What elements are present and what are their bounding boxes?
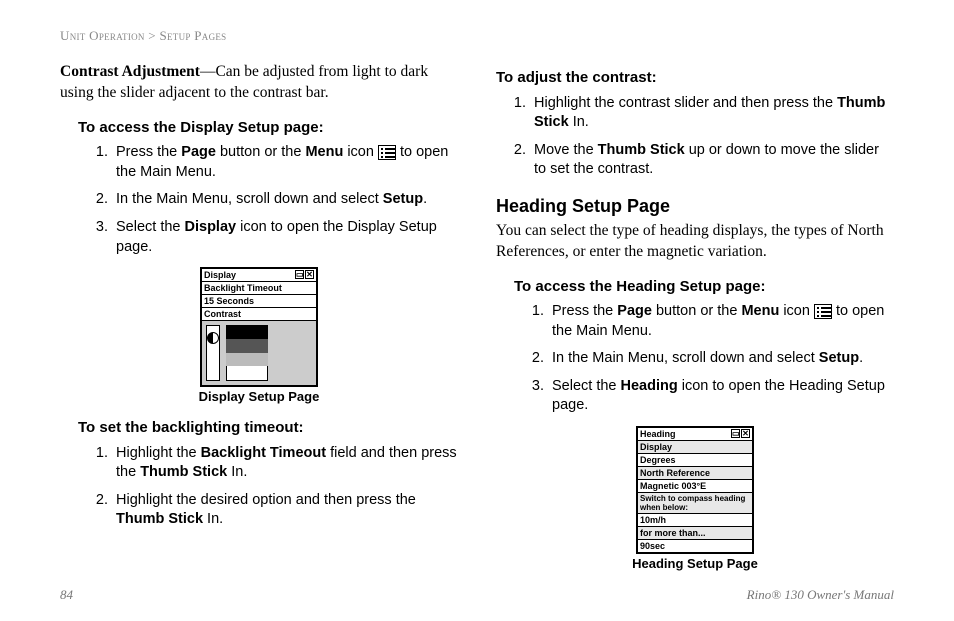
step: Move the Thumb Stick up or down to move … [530, 141, 894, 180]
doc-title: Rino® 130 Owner's Manual [747, 587, 894, 603]
steps-backlight-timeout: Highlight the Backlight Timeout field an… [60, 444, 458, 530]
step: Highlight the contrast slider and then p… [530, 94, 894, 133]
breadcrumb: Unit Operation > Setup Pages [60, 28, 894, 44]
figure-display-setup: Display▭✕ Backlight Timeout 15 Seconds C… [60, 267, 458, 404]
steps-access-heading: Press the Page button or the Menu icon t… [496, 302, 894, 416]
heading-setup-body: You can select the type of heading displ… [496, 221, 894, 263]
step: In the Main Menu, scroll down and select… [548, 349, 894, 369]
breadcrumb-section: Unit Operation [60, 28, 145, 43]
step: Highlight the Backlight Timeout field an… [112, 444, 458, 483]
step: Select the Heading icon to open the Head… [548, 377, 894, 416]
figure-caption: Heading Setup Page [496, 556, 894, 571]
steps-adjust-contrast: Highlight the contrast slider and then p… [496, 94, 894, 180]
display-setup-screenshot: Display▭✕ Backlight Timeout 15 Seconds C… [200, 267, 318, 387]
step: Select the Display icon to open the Disp… [112, 218, 458, 257]
heading-setup-screenshot: Heading▭✕ Display Degrees North Referenc… [636, 426, 754, 554]
figure-caption: Display Setup Page [60, 389, 458, 404]
proc-adjust-contrast: To adjust the contrast: [496, 68, 894, 88]
contrast-description: Contrast Adjustment—Can be adjusted from… [60, 62, 458, 104]
steps-access-display: Press the Page button or the Menu icon t… [60, 143, 458, 257]
proc-backlight-timeout: To set the backlighting timeout: [78, 418, 458, 438]
step: In the Main Menu, scroll down and select… [112, 190, 458, 210]
left-column: Contrast Adjustment—Can be adjusted from… [60, 62, 458, 585]
menu-icon [378, 145, 396, 160]
proc-access-heading: To access the Heading Setup page: [514, 277, 894, 297]
figure-heading-setup: Heading▭✕ Display Degrees North Referenc… [496, 426, 894, 571]
lead-term: Contrast Adjustment [60, 63, 200, 80]
breadcrumb-page: Setup Pages [159, 28, 226, 43]
page-number: 84 [60, 587, 73, 603]
right-column: To adjust the contrast: Highlight the co… [496, 62, 894, 585]
proc-access-display: To access the Display Setup page: [78, 118, 458, 138]
heading-setup-title: Heading Setup Page [496, 196, 894, 217]
step: Press the Page button or the Menu icon t… [112, 143, 458, 182]
step: Press the Page button or the Menu icon t… [548, 302, 894, 341]
menu-icon [814, 304, 832, 319]
step: Highlight the desired option and then pr… [112, 491, 458, 530]
page-footer: 84 Rino® 130 Owner's Manual [60, 587, 894, 603]
